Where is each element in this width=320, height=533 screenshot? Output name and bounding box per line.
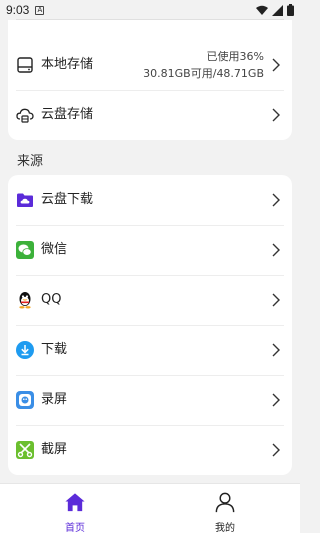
source-item-qq[interactable]: QQ bbox=[8, 275, 292, 325]
wifi-icon bbox=[256, 5, 268, 15]
chevron-right-icon bbox=[272, 343, 280, 357]
source-item-label: 下载 bbox=[41, 342, 68, 357]
download-icon bbox=[16, 341, 34, 359]
source-item-label: 云盘下载 bbox=[41, 192, 94, 207]
chevron-right-icon bbox=[272, 58, 280, 72]
screen-record-icon bbox=[16, 391, 34, 409]
screenshot-scissors-icon bbox=[16, 441, 34, 459]
wechat-icon bbox=[16, 241, 34, 259]
chevron-right-icon bbox=[272, 443, 280, 457]
signal-icon bbox=[272, 4, 283, 16]
local-storage-row[interactable]: 本地存储 已使用36% 30.81GB可用/48.71GB bbox=[8, 40, 292, 90]
source-item-screenshot[interactable]: 截屏 bbox=[8, 425, 292, 475]
storage-usage: 已使用36% 30.81GB可用/48.71GB bbox=[143, 48, 264, 82]
user-icon bbox=[215, 492, 235, 513]
chevron-right-icon bbox=[272, 193, 280, 207]
cloud-storage-row[interactable]: 云盘存储 bbox=[8, 90, 292, 140]
source-item-label: 微信 bbox=[41, 242, 68, 257]
source-item-cloud-download[interactable]: 云盘下载 bbox=[8, 175, 292, 225]
divider bbox=[16, 19, 284, 20]
chevron-right-icon bbox=[272, 243, 280, 257]
source-item-label: 录屏 bbox=[41, 392, 68, 407]
chevron-right-icon bbox=[272, 293, 280, 307]
source-item-label: 截屏 bbox=[41, 442, 68, 457]
source-card: 云盘下载 微信 QQ 下载 录屏 截屏 bbox=[8, 175, 292, 475]
status-bar: 9:03 A bbox=[0, 0, 300, 20]
storage-card: 本地存储 已使用36% 30.81GB可用/48.71GB 云盘存储 bbox=[8, 19, 292, 140]
status-icons bbox=[256, 4, 294, 16]
status-time: 9:03 bbox=[6, 3, 30, 17]
home-icon bbox=[65, 493, 85, 512]
source-item-download[interactable]: 下载 bbox=[8, 325, 292, 375]
source-item-label: QQ bbox=[41, 292, 62, 307]
cloud-storage-label: 云盘存储 bbox=[41, 107, 94, 122]
battery-icon bbox=[287, 4, 294, 16]
cloud-folder-icon bbox=[17, 193, 33, 207]
storage-capacity: 30.81GB可用/48.71GB bbox=[143, 67, 264, 80]
nav-tab-mine[interactable]: 我的 bbox=[150, 484, 300, 533]
bottom-nav: 首页 我的 bbox=[0, 483, 300, 533]
section-title-source: 来源 bbox=[17, 154, 44, 169]
notification-icon: A bbox=[35, 5, 45, 15]
nav-tab-home[interactable]: 首页 bbox=[0, 484, 150, 533]
nav-label-mine: 我的 bbox=[215, 523, 235, 533]
chevron-right-icon bbox=[272, 108, 280, 122]
source-item-screen-record[interactable]: 录屏 bbox=[8, 375, 292, 425]
qq-penguin-icon bbox=[19, 292, 31, 309]
hard-drive-icon bbox=[17, 57, 33, 73]
source-item-wechat[interactable]: 微信 bbox=[8, 225, 292, 275]
local-storage-label: 本地存储 bbox=[41, 57, 94, 72]
storage-used-percent: 已使用36% bbox=[206, 50, 264, 63]
cloud-storage-icon bbox=[16, 108, 34, 123]
chevron-right-icon bbox=[272, 393, 280, 407]
nav-label-home: 首页 bbox=[65, 523, 85, 533]
